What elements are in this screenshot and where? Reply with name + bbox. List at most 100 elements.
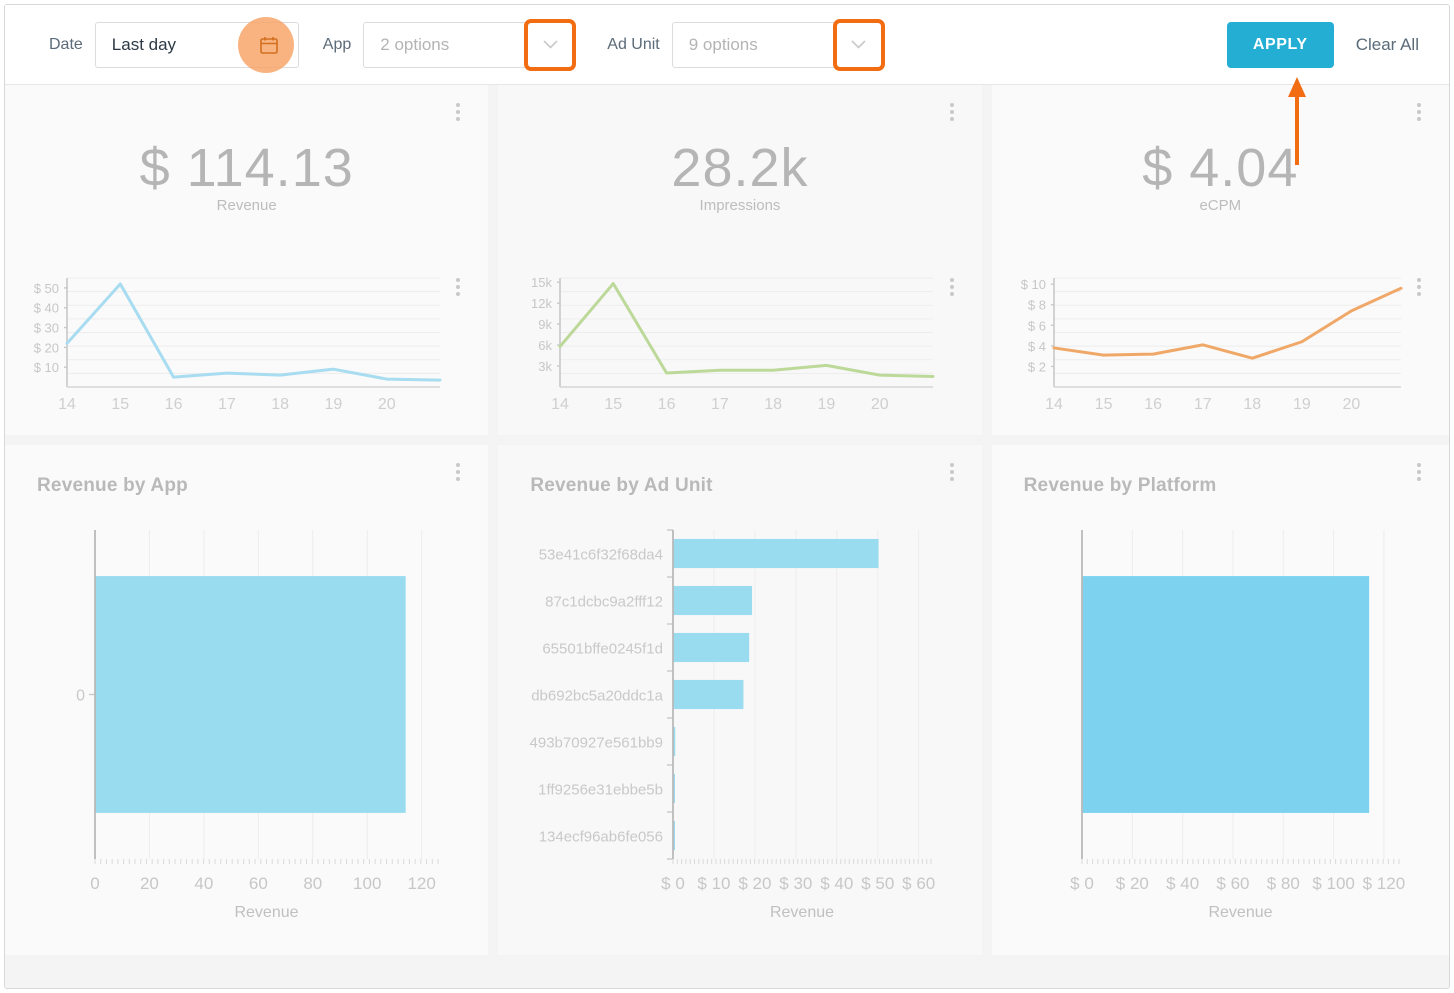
- svg-text:20: 20: [871, 396, 889, 413]
- svg-text:Revenue: Revenue: [234, 904, 298, 921]
- kebab-menu-icon[interactable]: [949, 103, 954, 121]
- kebab-menu-icon[interactable]: [949, 463, 954, 481]
- svg-text:15: 15: [605, 396, 623, 413]
- apply-button[interactable]: APPLY: [1226, 21, 1334, 68]
- svg-text:Revenue: Revenue: [770, 904, 834, 921]
- dashboard-board: $ 114.13 Revenue $ 50 $ 40 $ 30 $ 20 $ 10 14 1…: [5, 85, 1449, 988]
- svg-text:16: 16: [658, 396, 676, 413]
- dashboard-window: Date Last day App 2 options Ad Unit 9 op…: [4, 4, 1450, 989]
- svg-text:$ 20: $ 20: [739, 874, 772, 893]
- kebab-menu-icon[interactable]: [456, 103, 461, 121]
- svg-text:493b70927e561bb9: 493b70927e561bb9: [530, 735, 663, 752]
- svg-text:17: 17: [711, 396, 729, 413]
- sparkline-card-revenue: $ 50 $ 40 $ 30 $ 20 $ 10 14 15 16 17 18 19 20: [5, 260, 488, 435]
- svg-text:18: 18: [271, 396, 289, 413]
- svg-text:$ 40: $ 40: [821, 874, 854, 893]
- kpi-value-impressions: 28.2k: [671, 138, 809, 198]
- date-filter-label: Date: [49, 35, 83, 53]
- svg-text:15: 15: [111, 396, 129, 413]
- kpi-row: $ 114.13 Revenue $ 50 $ 40 $ 30 $ 20 $ 10 14 1…: [5, 85, 1449, 435]
- column-gap: [981, 85, 992, 435]
- svg-text:12k: 12k: [531, 296, 552, 311]
- sparkline-card-impressions: 15k 12k 9k 6k 3k 14 15 16 17 18 19 20: [498, 260, 981, 435]
- svg-text:$ 40: $ 40: [34, 301, 59, 316]
- filter-bar: Date Last day App 2 options Ad Unit 9 op…: [5, 5, 1449, 85]
- svg-text:9k: 9k: [539, 317, 553, 332]
- svg-text:14: 14: [551, 396, 569, 413]
- svg-text:14: 14: [58, 396, 76, 413]
- row-gap: [5, 435, 1449, 445]
- svg-text:$ 120: $ 120: [1362, 874, 1405, 893]
- svg-text:0: 0: [90, 874, 99, 893]
- svg-text:$ 30: $ 30: [34, 321, 59, 336]
- svg-text:$ 10: $ 10: [1020, 277, 1045, 292]
- kebab-menu-icon[interactable]: [1416, 463, 1421, 481]
- svg-text:80: 80: [303, 874, 322, 893]
- calendar-icon[interactable]: [259, 36, 278, 54]
- kebab-menu-icon[interactable]: [1416, 103, 1421, 121]
- app-filter-label: App: [322, 35, 352, 53]
- svg-text:20: 20: [378, 396, 396, 413]
- svg-text:$ 8: $ 8: [1028, 298, 1046, 313]
- kpi-label-impressions: Impressions: [699, 197, 781, 214]
- svg-text:17: 17: [218, 396, 236, 413]
- panel-title-revenue-by-platform: Revenue by Platform: [1023, 475, 1217, 496]
- svg-text:40: 40: [194, 874, 213, 893]
- svg-text:16: 16: [1144, 396, 1162, 413]
- chevron-down-icon: [851, 40, 866, 49]
- column-gap: [488, 445, 499, 955]
- app-filter-field[interactable]: 2 options: [363, 18, 577, 71]
- svg-text:6k: 6k: [539, 338, 553, 353]
- panel-title-revenue-by-ad-unit: Revenue by Ad Unit: [530, 475, 713, 496]
- svg-text:$ 100: $ 100: [1312, 874, 1355, 893]
- panel-title-revenue-by-app: Revenue by App: [37, 475, 188, 496]
- kpi-label-revenue: Revenue: [216, 197, 277, 214]
- svg-text:db692bc5a20ddc1a: db692bc5a20ddc1a: [532, 688, 664, 705]
- kpi-label-ecpm: eCPM: [1199, 197, 1242, 214]
- revenue-by-platform-chart: $ 0 $ 20 $ 40 $ 60 $ 80 $ 100 $ 120 Revenue: [992, 505, 1449, 937]
- svg-text:0: 0: [76, 688, 85, 705]
- svg-text:19: 19: [1293, 396, 1311, 413]
- svg-text:$ 20: $ 20: [34, 340, 59, 355]
- clear-all-button[interactable]: Clear All: [1356, 35, 1419, 55]
- panel-revenue-by-ad-unit: Revenue by Ad Unit 53e41c6f32f68da4 87c1d…: [498, 445, 982, 955]
- svg-text:$ 10: $ 10: [698, 874, 731, 893]
- svg-text:20: 20: [1342, 396, 1360, 413]
- svg-text:18: 18: [1243, 396, 1261, 413]
- kpi-card-impressions: 28.2k Impressions 15k 12k 9k 6k 3k 14 15 16 17 18…: [498, 85, 982, 435]
- ad-unit-filter-field[interactable]: 9 options: [671, 18, 885, 71]
- svg-text:$ 2: $ 2: [1028, 359, 1046, 374]
- filter-actions: APPLY Clear All: [1226, 21, 1449, 68]
- svg-text:87c1dcbc9a2fff12: 87c1dcbc9a2fff12: [545, 594, 663, 611]
- kebab-menu-icon[interactable]: [456, 463, 461, 481]
- revenue-by-ad-unit-chart: 53e41c6f32f68da4 87c1dcbc9a2fff12 65501bff…: [498, 505, 981, 937]
- svg-text:$ 40: $ 40: [1166, 874, 1199, 893]
- panel-revenue-by-platform: Revenue by Platform $ 0 $ 20 $ 40 $ 60 $ 80 $…: [991, 445, 1449, 955]
- kpi-value-area-impressions: 28.2k Impressions: [498, 85, 981, 260]
- svg-text:Revenue: Revenue: [1208, 904, 1272, 921]
- svg-text:$ 6: $ 6: [1028, 318, 1046, 333]
- kpi-card-ecpm: $ 4.04 eCPM $ 10 $ 8 $ 6 $ 4 $ 2 14 15 16 17 18 19…: [991, 85, 1449, 435]
- svg-text:$ 60: $ 60: [1216, 874, 1249, 893]
- revenue-by-app-chart: 0 0 20 40 60 80 100 120 Revenue: [5, 505, 488, 937]
- svg-text:$ 20: $ 20: [1115, 874, 1148, 893]
- kpi-card-revenue: $ 114.13 Revenue $ 50 $ 40 $ 30 $ 20 $ 10 14 1…: [5, 85, 489, 435]
- chevron-down-icon: [543, 40, 558, 49]
- svg-text:53e41c6f32f68da4: 53e41c6f32f68da4: [539, 547, 663, 564]
- kpi-value-revenue: $ 114.13: [139, 138, 354, 198]
- svg-text:14: 14: [1045, 396, 1063, 413]
- ecpm-sparkline-chart: $ 10 $ 8 $ 6 $ 4 $ 2 14 15 16 17 18 19 20: [992, 260, 1449, 435]
- ad-unit-dropdown-highlight-box[interactable]: [832, 18, 885, 71]
- date-filter-field[interactable]: Last day: [94, 16, 299, 73]
- column-gap: [488, 85, 499, 435]
- svg-text:20: 20: [140, 874, 159, 893]
- svg-text:60: 60: [249, 874, 268, 893]
- app-dropdown-highlight-box[interactable]: [524, 18, 577, 71]
- svg-text:$ 50: $ 50: [34, 281, 59, 296]
- svg-text:$ 50: $ 50: [862, 874, 895, 893]
- svg-text:134ecf96ab6fe056: 134ecf96ab6fe056: [539, 829, 663, 846]
- svg-text:65501bffe0245f1d: 65501bffe0245f1d: [543, 641, 664, 658]
- svg-text:100: 100: [353, 874, 381, 893]
- svg-text:$ 0: $ 0: [661, 874, 685, 893]
- svg-text:15k: 15k: [531, 275, 552, 290]
